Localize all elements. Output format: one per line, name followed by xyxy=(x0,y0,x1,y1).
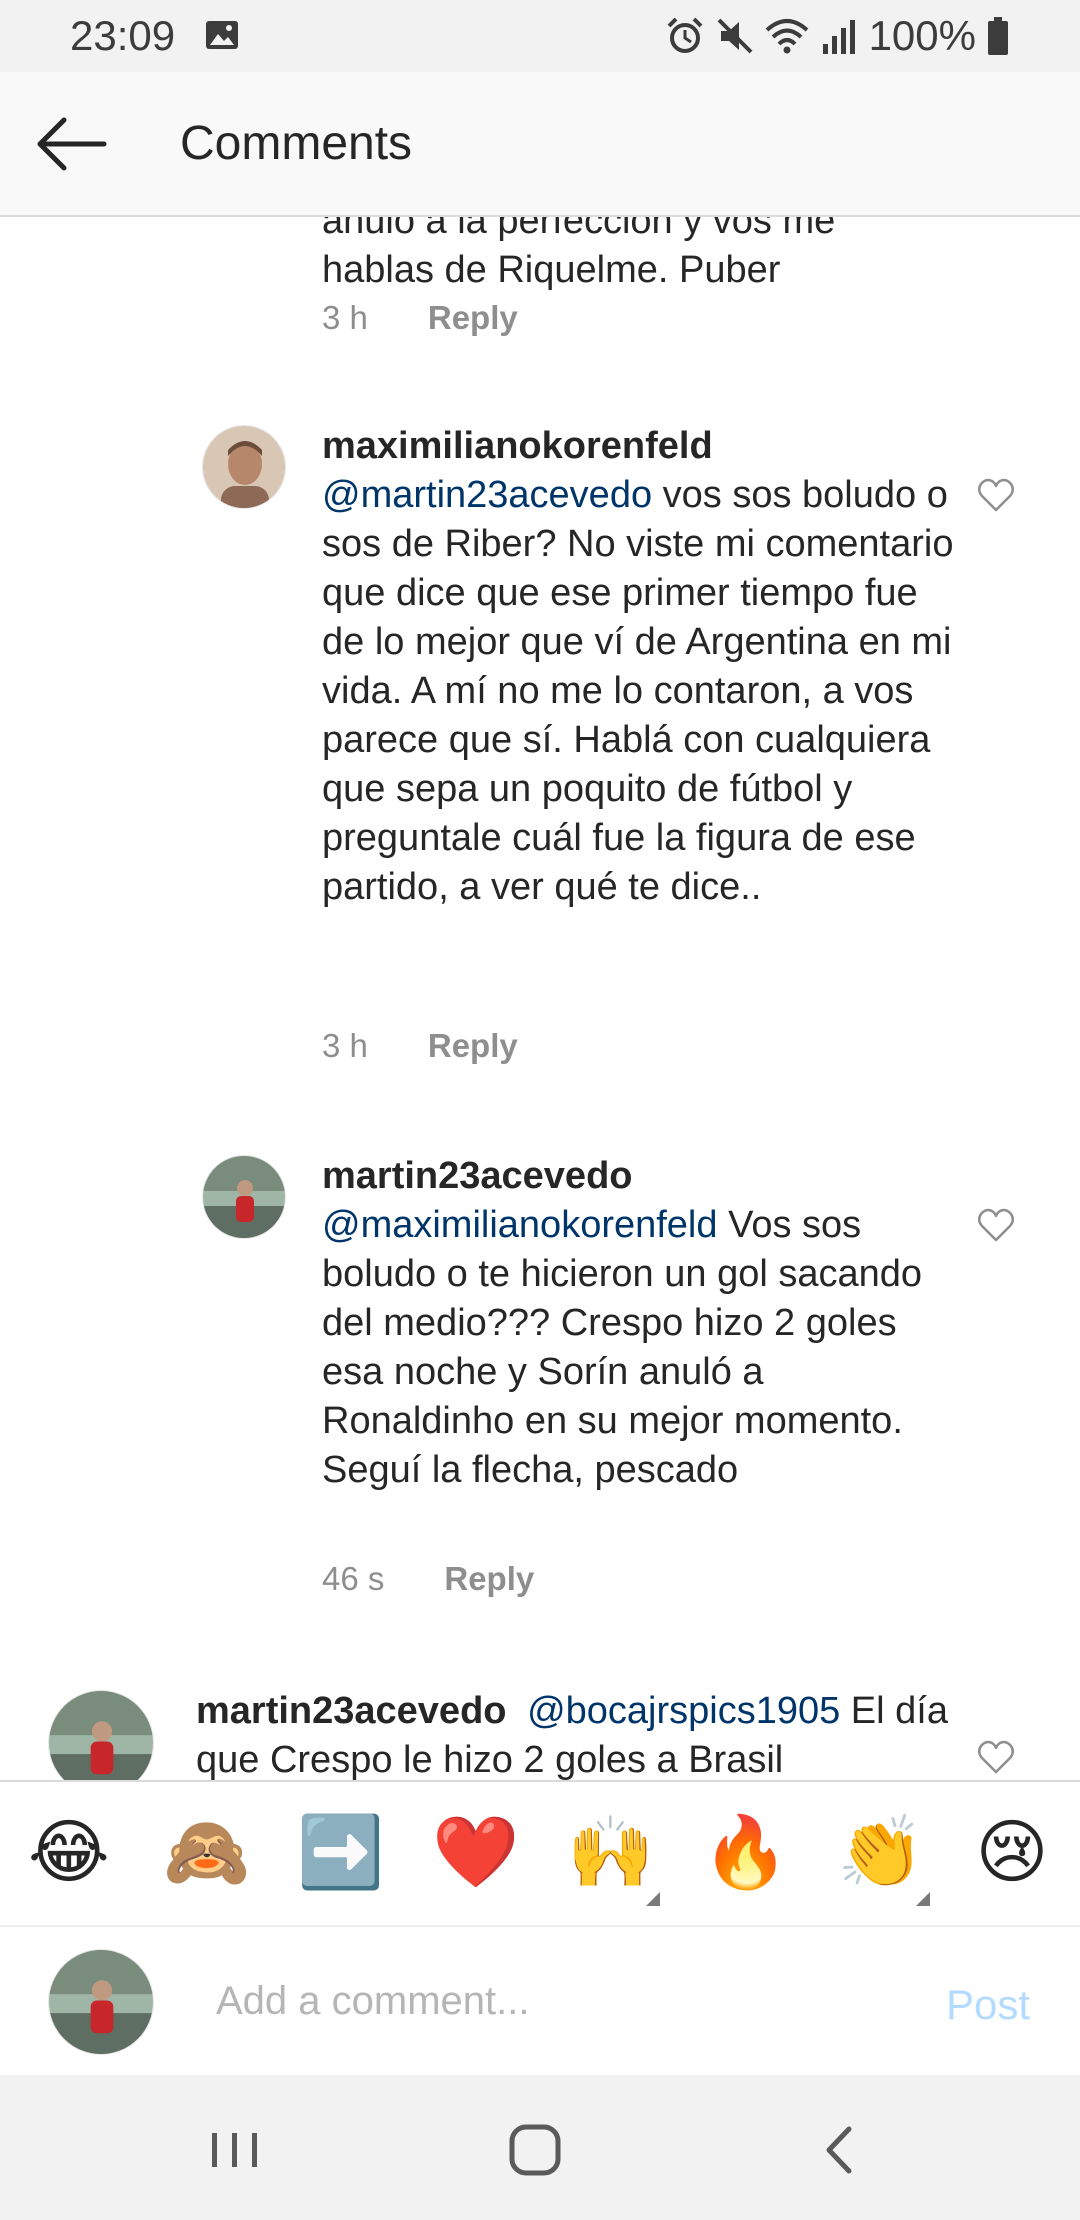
my-avatar xyxy=(48,1949,154,2055)
avatar-image xyxy=(203,426,285,508)
emoji-fire-button[interactable]: 🔥 xyxy=(702,1812,789,1892)
battery-icon xyxy=(988,17,1008,55)
emoji-see-no-evil-button[interactable]: 🙈 xyxy=(163,1812,250,1892)
comments-list[interactable]: anuló a la perfección y vos me hablas de… xyxy=(0,217,1080,1780)
comment-meta: 3 h Reply xyxy=(322,299,518,337)
alarm-icon xyxy=(667,17,702,53)
comment-body: martin23acevedo @maximilianokorenfeld Vo… xyxy=(322,1152,962,1495)
comment-time: 3 h xyxy=(322,1027,368,1064)
mention-link[interactable]: @maximilianokorenfeld xyxy=(322,1204,718,1246)
reply-button[interactable]: Reply xyxy=(444,1560,534,1598)
avatar[interactable] xyxy=(202,425,286,509)
header: Comments xyxy=(0,72,1080,217)
back-nav-icon[interactable] xyxy=(805,2115,875,2185)
heart-icon[interactable] xyxy=(976,1205,1016,1245)
emoji-joy-button[interactable]: 😂 xyxy=(28,1812,110,1892)
mention-link[interactable]: @martin23acevedo xyxy=(322,474,652,516)
status-time: 23:09 xyxy=(70,12,176,59)
comment-text: @maximilianokorenfeld Vos sos boludo o t… xyxy=(322,1204,923,1491)
comment-username[interactable]: maximilianokorenfeld xyxy=(322,422,962,471)
comment-username[interactable]: martin23acevedo xyxy=(196,1690,507,1732)
skin-tone-indicator xyxy=(916,1892,930,1906)
wifi-icon xyxy=(765,19,808,54)
comment-body: maximilianokorenfeld @martin23acevedo vo… xyxy=(322,422,962,912)
avatar[interactable] xyxy=(202,1155,286,1239)
emoji-raised-hands-button[interactable]: 🙌 xyxy=(567,1812,654,1892)
reply-button[interactable]: Reply xyxy=(428,299,518,337)
home-icon[interactable] xyxy=(500,2115,570,2185)
comment-meta: 3 h Reply xyxy=(322,1027,518,1065)
heart-icon[interactable] xyxy=(976,1737,1016,1777)
reply-button[interactable]: Reply xyxy=(428,1027,518,1065)
system-nav-bar xyxy=(0,2075,1080,2220)
emoji-clap-button[interactable]: 👏 xyxy=(837,1812,924,1892)
comment-time: 46 s xyxy=(322,1560,385,1597)
emoji-heart-button[interactable]: ❤️ xyxy=(432,1812,519,1892)
heart-icon[interactable] xyxy=(976,475,1016,515)
comment-body: martin23acevedo @bocajrspics1905 El día … xyxy=(196,1687,956,1780)
avatar-image xyxy=(49,1950,153,2054)
comment-input[interactable]: Add a comment... xyxy=(216,1979,529,2024)
post-button[interactable]: Post xyxy=(946,1981,1030,2029)
avatar-image xyxy=(203,1156,285,1238)
comment-meta: 46 s Reply xyxy=(322,1560,534,1598)
battery-percent: 100% xyxy=(868,12,976,59)
comment-text: @martin23acevedo vos sos boludo o sos de… xyxy=(322,474,954,908)
comment-time: 3 h xyxy=(322,299,368,336)
skin-tone-indicator xyxy=(646,1892,660,1906)
mute-icon xyxy=(717,18,752,54)
emoji-quick-bar: 😂 🙈 ➡️ ❤️ 🙌 🔥 👏 😢 xyxy=(0,1780,1080,1925)
page-title: Comments xyxy=(180,117,413,170)
recent-apps-icon[interactable] xyxy=(200,2115,270,2185)
status-bar: 23:09 100% xyxy=(0,0,1080,72)
image-icon xyxy=(206,21,238,49)
mention-link[interactable]: @bocajrspics1905 xyxy=(527,1690,840,1732)
status-icons: 100% xyxy=(665,12,1010,60)
arrow-left-icon[interactable] xyxy=(34,114,108,174)
emoji-right-arrow-button[interactable]: ➡️ xyxy=(297,1812,384,1892)
avatar[interactable] xyxy=(48,1690,154,1780)
emoji-cry-button[interactable]: 😢 xyxy=(972,1812,1052,1892)
signal-icon xyxy=(822,20,855,54)
comment-username[interactable]: martin23acevedo xyxy=(322,1152,962,1201)
avatar-image xyxy=(49,1691,153,1780)
comment-text-partial: anuló a la perfección y vos me hablas de… xyxy=(322,217,836,291)
comment-composer: Add a comment... Post xyxy=(0,1925,1080,2075)
